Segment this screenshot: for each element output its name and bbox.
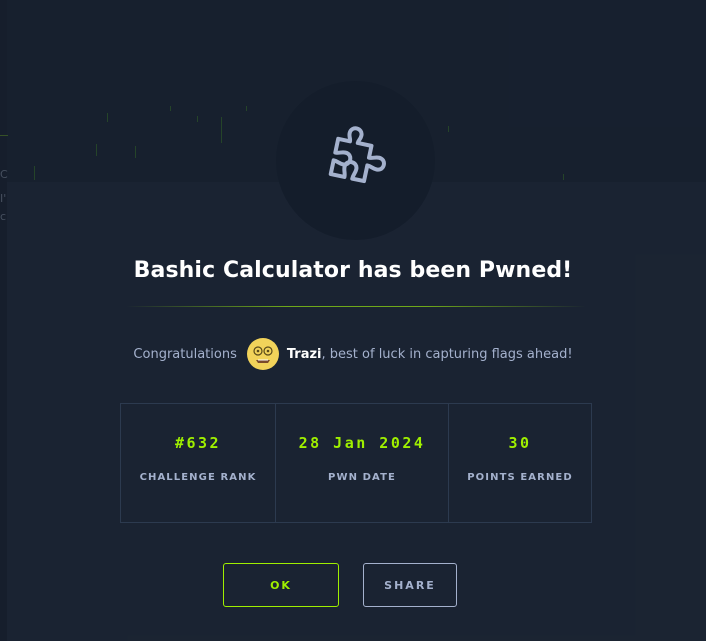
puzzle-piece-icon <box>328 125 386 183</box>
stat-label: POINTS EARNED <box>467 472 573 483</box>
title-divider <box>126 306 586 307</box>
share-button[interactable]: SHARE <box>363 563 457 607</box>
stat-challenge-rank: #632 CHALLENGE RANK <box>121 404 275 522</box>
stat-pwn-date: 28 Jan 2024 PWN DATE <box>275 404 448 522</box>
user-avatar <box>246 338 279 370</box>
stats-panel: #632 CHALLENGE RANK 28 Jan 2024 PWN DATE… <box>120 403 592 523</box>
stat-value: 30 <box>508 434 532 452</box>
congrats-prefix: Congratulations <box>133 346 237 362</box>
congrats-suffix: , best of luck in capturing flags ahead! <box>321 346 573 362</box>
challenge-icon-badge <box>276 81 435 240</box>
modal-title: Bashic Calculator has been Pwned! <box>133 258 573 283</box>
stat-value: 28 Jan 2024 <box>298 434 426 452</box>
username: Trazi <box>286 346 322 362</box>
avatar-face-icon <box>247 339 278 369</box>
stat-value: #632 <box>174 434 222 452</box>
stat-points-earned: 30 POINTS EARNED <box>448 404 591 522</box>
stat-label: PWN DATE <box>328 472 396 483</box>
ok-button[interactable]: OK <box>223 563 339 607</box>
stat-label: CHALLENGE RANK <box>139 472 257 483</box>
congratulations-message: Congratulations Trazi , best of luck in … <box>0 338 706 370</box>
